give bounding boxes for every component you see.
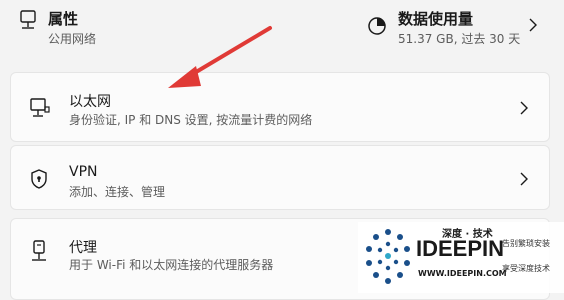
ethernet-subtitle: 身份验证, IP 和 DNS 设置, 按流量计费的网络 [69,113,313,127]
ethernet-icon [30,98,50,117]
watermark-brand: IDEEPIN [416,236,505,261]
vpn-subtitle: 添加、连接、管理 [69,185,166,199]
proxy-subtitle: 用于 Wi-Fi 和以太网连接的代理服务器 [69,258,274,272]
data-usage-link[interactable]: 数据使用量 51.37 GB, 过去 30 天 [366,8,556,52]
properties-subtitle: 公用网络 [48,32,97,46]
ethernet-card[interactable]: 以太网 身份验证, IP 和 DNS 设置, 按流量计费的网络 [10,72,550,142]
data-usage-title: 数据使用量 [398,10,474,28]
pie-chart-icon [368,17,386,35]
chevron-right-icon [520,172,528,186]
vpn-title: VPN [69,164,98,180]
chevron-right-icon [520,101,528,115]
watermark-url: WWW.IDEEPIN.COM [418,269,507,278]
watermark-slogan-1: 告别繁琐安装 [502,239,550,248]
chevron-right-icon [529,18,537,32]
shield-icon [31,169,47,189]
network-summary: 属性 公用网络 数据使用量 51.37 GB, 过去 30 天 [0,0,564,62]
watermark: 深度 · 技术 IDEEPIN WWW.IDEEPIN.COM 告别繁琐安装 享… [358,222,564,293]
data-usage-subtitle: 51.37 GB, 过去 30 天 [398,32,521,46]
watermark-slogan-2: 享受深度技术 [502,264,550,273]
globe-network-icon [20,10,36,29]
ideepin-logo-icon [366,229,410,284]
vpn-card[interactable]: VPN 添加、连接、管理 [10,145,550,210]
ethernet-title: 以太网 [69,94,111,110]
properties-title: 属性 [48,10,79,28]
proxy-icon [32,240,46,261]
proxy-title: 代理 [69,240,97,256]
